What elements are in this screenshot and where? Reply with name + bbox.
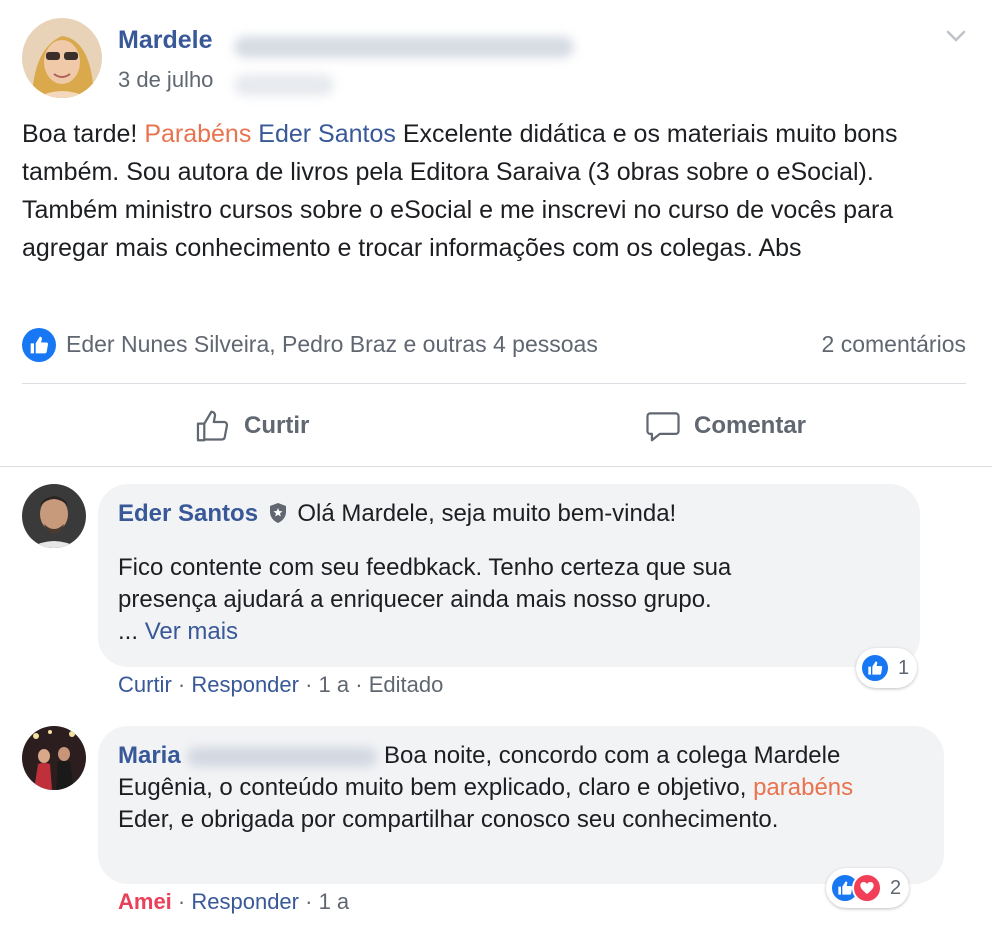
reactions-count: 2 [890, 876, 902, 899]
comment-bubble: Eder Santos Olá Mardele, seja muito bem-… [98, 484, 920, 667]
like-reaction-icon [860, 653, 890, 683]
admin-shield-icon [267, 501, 289, 523]
post-date[interactable]: 3 de julho [118, 67, 213, 93]
commenter-avatar[interactable] [22, 484, 86, 548]
chevron-down-icon[interactable] [944, 24, 968, 48]
separator: · [298, 672, 319, 697]
like-reaction-icon[interactable] [22, 328, 56, 362]
comment-meta: Amei · Responder · 1 a [118, 889, 349, 915]
comment-reply-link[interactable]: Responder [191, 672, 299, 697]
author-avatar[interactable] [22, 18, 102, 98]
separator: · [349, 672, 369, 697]
reactions-count: 1 [898, 656, 910, 679]
blurred-surname [187, 746, 378, 767]
comment-time[interactable]: 1 a [319, 672, 350, 697]
comment-bubble-icon [646, 412, 680, 442]
comment-headline: Olá Mardele, seja muito bem-vinda! [297, 500, 677, 527]
comment-author[interactable]: Maria [118, 742, 181, 769]
comment-time[interactable]: 1 a [319, 889, 350, 914]
separator: · [299, 889, 319, 914]
comment-like-link[interactable]: Curtir [118, 672, 172, 697]
like-button[interactable]: Curtir [194, 406, 309, 446]
highlight-congrats: Parabéns [144, 120, 252, 148]
like-label: Curtir [244, 412, 310, 439]
comment-line: Fico contente com seu feedbkack. Tenho c… [118, 554, 732, 581]
highlight-congrats: parabéns [753, 774, 854, 801]
comment-label: Comentar [694, 412, 807, 439]
post-text-start: Boa tarde! [22, 120, 145, 148]
comment-edited[interactable]: Editado [369, 672, 444, 697]
post-actions: Curtir Comentar [22, 384, 966, 466]
love-reaction-icon [852, 873, 882, 903]
post-body: Boa tarde! Parabéns Eder Santos Excelent… [22, 115, 972, 267]
comment-text: Eder, e obrigada por compartilhar conosc… [118, 806, 779, 833]
comment-reactions[interactable]: 2 [826, 868, 910, 908]
post-header: Mardele 3 de julho [22, 18, 972, 98]
commenter-avatar[interactable] [22, 726, 86, 790]
comment-reply-link[interactable]: Responder [191, 889, 299, 914]
comment-loved-link[interactable]: Amei [118, 889, 172, 914]
separator: · [171, 672, 192, 697]
comment-line: presença ajudará a enriquecer ainda mais… [118, 586, 712, 613]
mention-eder-santos[interactable]: Eder Santos [258, 120, 396, 148]
reactors-list[interactable]: Eder Nunes Silveira, Pedro Braz e outras… [66, 331, 598, 358]
thumbs-up-icon [196, 410, 229, 442]
comment-author[interactable]: Eder Santos [118, 500, 258, 527]
blurred-year [234, 74, 334, 96]
comment-button[interactable]: Comentar [644, 406, 806, 446]
divider [0, 466, 992, 467]
author-name[interactable]: Mardele [118, 26, 212, 55]
comment-meta: Curtir · Responder · 1 a · Editado [118, 672, 443, 698]
comments-count[interactable]: 2 comentários [822, 331, 966, 358]
ellipsis: ... [118, 618, 139, 645]
separator: · [171, 889, 192, 914]
comment-reactions[interactable]: 1 [856, 648, 918, 688]
see-more-link[interactable]: Ver mais [145, 618, 238, 645]
blurred-surname [234, 36, 574, 58]
reactions-summary: Eder Nunes Silveira, Pedro Braz e outras… [22, 327, 966, 363]
comment-bubble: Maria Boa noite, concordo com a colega M… [98, 726, 944, 884]
